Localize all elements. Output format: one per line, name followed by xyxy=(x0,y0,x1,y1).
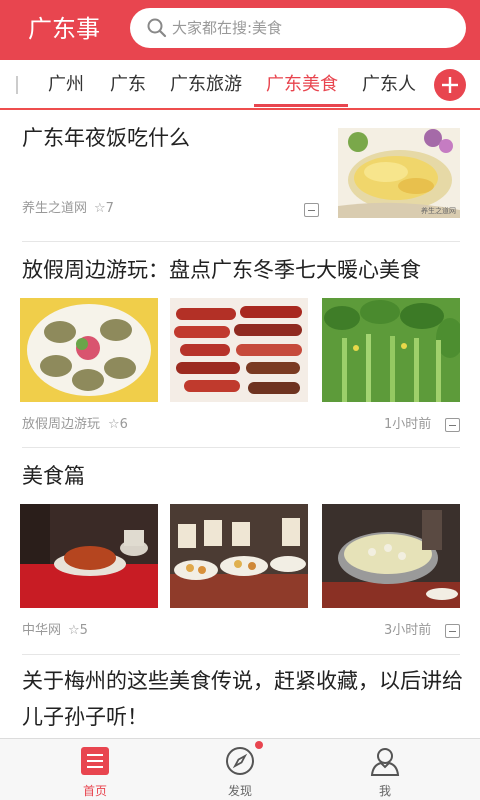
compass-icon xyxy=(226,747,254,775)
nav-label: 发现 xyxy=(227,784,252,798)
news-item[interactable]: 关于梅州的这些美食传说，赶紧收藏，以后讲给 儿子孙子听！ xyxy=(0,655,480,737)
article-image-chicken: 养生之道网 xyxy=(338,128,460,218)
news-item[interactable]: 广东年夜饭吃什么 养生之道网 养生之道网 ☆7 xyxy=(0,112,480,242)
add-tab-button[interactable] xyxy=(434,69,466,101)
image-watermark: 养生之道网 xyxy=(421,207,456,215)
dismiss-button[interactable] xyxy=(445,624,460,638)
tab-scroll-edge xyxy=(16,76,18,94)
nav-label: 首页 xyxy=(82,784,107,798)
article-source: 放假周边游玩 xyxy=(22,417,101,432)
plus-icon xyxy=(442,77,458,93)
article-title[interactable]: 美食篇 xyxy=(22,458,85,494)
news-item[interactable]: 美食篇 中华网 ☆5 3小时前 xyxy=(0,448,480,654)
top-bar: 广东事 大家都在搜:美食 xyxy=(0,0,480,60)
search-icon xyxy=(147,18,167,38)
article-time: 3小时前 xyxy=(384,623,432,638)
dismiss-button[interactable] xyxy=(304,203,319,217)
app-title: 广东事 xyxy=(28,15,100,43)
tab-guangzhou[interactable]: 广州 xyxy=(48,72,84,98)
dismiss-button[interactable] xyxy=(445,418,460,432)
article-star-count: ☆5 xyxy=(68,623,88,638)
article-title[interactable]: 放假周边游玩：盘点广东冬季七大暖心美食 xyxy=(22,252,421,288)
search-placeholder: 大家都在搜:美食 xyxy=(172,19,283,37)
article-source: 养生之道网 xyxy=(22,201,88,216)
notification-dot xyxy=(255,741,263,749)
article-image-sausages xyxy=(170,298,308,402)
article-time: 1小时前 xyxy=(384,417,432,432)
article-star-count: ☆7 xyxy=(94,201,114,216)
user-icon xyxy=(370,748,400,776)
bottom-nav: 首页 发现 我 xyxy=(0,738,480,800)
tab-guangdong-travel[interactable]: 广东旅游 xyxy=(170,72,242,98)
nav-home[interactable]: 首页 xyxy=(15,739,175,800)
nav-discover[interactable]: 发现 xyxy=(160,739,320,800)
article-title-line-2[interactable]: 儿子孙子听！ xyxy=(22,699,148,735)
article-image-food-stall xyxy=(170,504,308,608)
article-image-hotpot xyxy=(322,504,460,608)
article-image-abalone xyxy=(20,298,158,402)
active-tab-indicator xyxy=(254,104,348,107)
article-image-greens xyxy=(322,298,460,402)
category-tabs: 广州 广东 广东旅游 广东美食 广东人 xyxy=(0,60,480,110)
article-title-line-1[interactable]: 关于梅州的这些美食传说，赶紧收藏，以后讲给 xyxy=(22,663,463,699)
tab-guangdong[interactable]: 广东 xyxy=(110,72,146,98)
tab-guangdong-people[interactable]: 广东人 xyxy=(362,72,416,98)
nav-me[interactable]: 我 xyxy=(305,739,465,800)
tab-guangdong-food[interactable]: 广东美食 xyxy=(266,72,338,98)
news-item[interactable]: 放假周边游玩：盘点广东冬季七大暖心美食 放假周边游玩 ☆6 1小时前 xyxy=(0,242,480,448)
article-source: 中华网 xyxy=(22,623,62,638)
article-star-count: ☆6 xyxy=(108,417,128,432)
article-title[interactable]: 广东年夜饭吃什么 xyxy=(22,120,190,156)
article-image-roast-pig xyxy=(20,504,158,608)
home-list-icon xyxy=(81,747,109,775)
nav-label: 我 xyxy=(378,784,391,798)
search-input[interactable]: 大家都在搜:美食 xyxy=(130,8,466,48)
